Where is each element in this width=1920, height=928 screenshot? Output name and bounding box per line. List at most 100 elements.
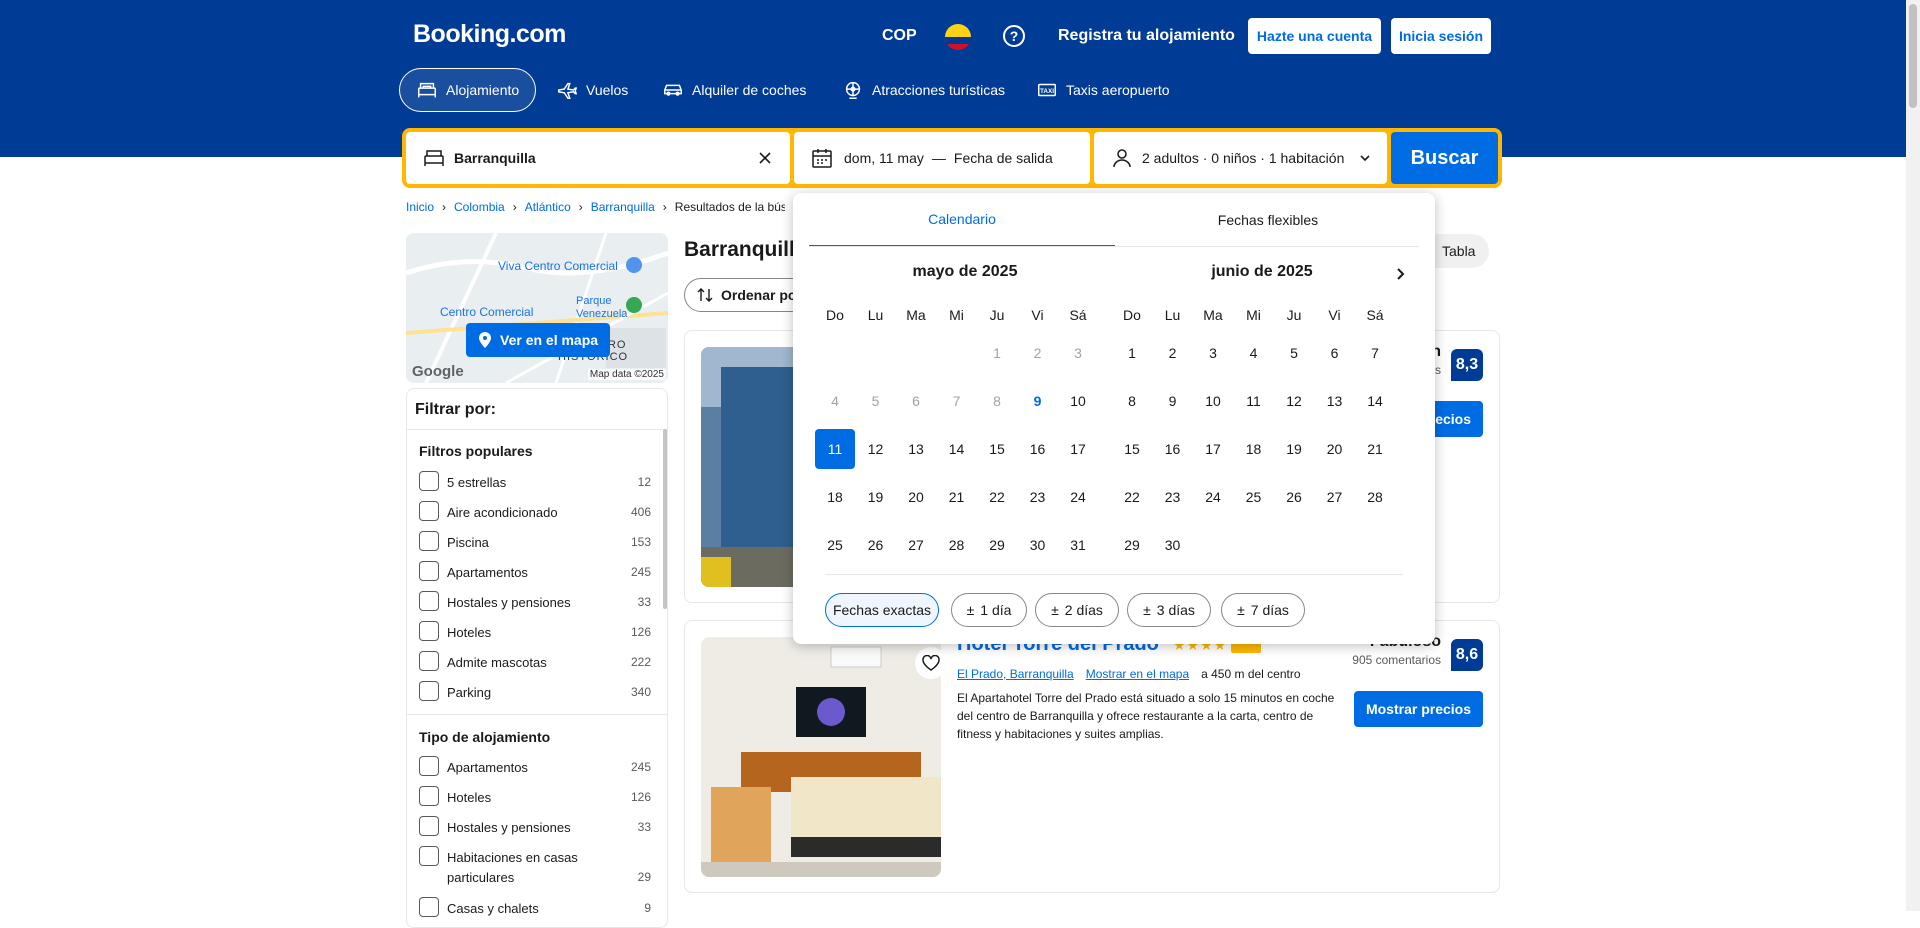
calendar-day[interactable]: 12 bbox=[1274, 381, 1314, 421]
nav-stays[interactable]: Alojamiento bbox=[399, 68, 537, 112]
calendar-day[interactable]: 26 bbox=[856, 525, 896, 565]
list-property-link[interactable]: Registra tu alojamiento bbox=[1058, 18, 1235, 54]
calendar-day[interactable]: 21 bbox=[1355, 429, 1395, 469]
calendar-day[interactable]: 18 bbox=[815, 477, 855, 517]
chip-plus-minus-7[interactable]: ±7 días bbox=[1221, 593, 1305, 627]
map-preview[interactable]: Viva Centro Comercial Centro Comercial P… bbox=[406, 233, 668, 383]
calendar-day[interactable]: 14 bbox=[937, 429, 977, 469]
tab-flexible-dates[interactable]: Fechas flexibles bbox=[1115, 193, 1421, 247]
calendar-day[interactable]: 19 bbox=[856, 477, 896, 517]
help-icon[interactable]: ? bbox=[1003, 25, 1025, 47]
filter-item[interactable]: 5 estrellas 12 bbox=[419, 471, 651, 495]
calendar-day[interactable]: 19 bbox=[1274, 429, 1314, 469]
checkbox[interactable] bbox=[419, 756, 439, 776]
tab-calendar[interactable]: Calendario bbox=[809, 193, 1115, 247]
currency-button[interactable]: COP bbox=[882, 18, 917, 54]
calendar-day[interactable]: 17 bbox=[1193, 429, 1233, 469]
property-photo[interactable] bbox=[701, 637, 941, 877]
filter-item[interactable]: Apartamentos 245 bbox=[419, 756, 651, 780]
calendar-day[interactable]: 9 bbox=[1153, 381, 1193, 421]
calendar-day[interactable]: 11 bbox=[815, 429, 855, 469]
calendar-day[interactable]: 27 bbox=[1315, 477, 1355, 517]
calendar-day[interactable]: 12 bbox=[856, 429, 896, 469]
calendar-day[interactable]: 15 bbox=[1112, 429, 1152, 469]
nav-airport-taxis[interactable]: TAXI Taxis aeropuerto bbox=[1020, 68, 1186, 112]
filter-item[interactable]: Hoteles 126 bbox=[419, 786, 651, 810]
calendar-day[interactable]: 1 bbox=[1112, 333, 1152, 373]
checkbox[interactable] bbox=[419, 786, 439, 806]
calendar-day[interactable]: 21 bbox=[937, 477, 977, 517]
property-card[interactable]: Hotel Torre del Prado ★★★★ El Prado, Bar… bbox=[684, 620, 1500, 893]
checkbox[interactable] bbox=[419, 591, 439, 611]
checkbox[interactable] bbox=[419, 531, 439, 551]
calendar-day[interactable]: 20 bbox=[896, 477, 936, 517]
destination-field[interactable]: Barranquilla bbox=[406, 132, 790, 184]
calendar-day[interactable]: 4 bbox=[1234, 333, 1274, 373]
filter-item[interactable]: Aire acondicionado 406 bbox=[419, 501, 651, 525]
calendar-day[interactable]: 7 bbox=[1355, 333, 1395, 373]
calendar-day[interactable]: 27 bbox=[896, 525, 936, 565]
calendar-day[interactable]: 10 bbox=[1193, 381, 1233, 421]
calendar-day[interactable]: 25 bbox=[815, 525, 855, 565]
calendar-day[interactable]: 9 bbox=[1018, 381, 1058, 421]
chip-exact-dates[interactable]: Fechas exactas bbox=[825, 593, 939, 627]
page-scrollbar[interactable] bbox=[1906, 0, 1920, 911]
chip-plus-minus-3[interactable]: ±3 días bbox=[1127, 593, 1211, 627]
calendar-day[interactable]: 23 bbox=[1018, 477, 1058, 517]
show-prices-button[interactable]: Mostrar precios bbox=[1353, 691, 1483, 727]
checkbox[interactable] bbox=[419, 621, 439, 641]
filter-item[interactable]: Hoteles 126 bbox=[419, 621, 651, 645]
filters-scrollbar[interactable] bbox=[663, 429, 667, 609]
filter-item[interactable]: Habitaciones en casas particulares 29 bbox=[419, 846, 651, 888]
calendar-day[interactable]: 28 bbox=[937, 525, 977, 565]
calendar-day[interactable]: 10 bbox=[1058, 381, 1098, 421]
calendar-day[interactable]: 29 bbox=[977, 525, 1017, 565]
favorite-heart-icon[interactable] bbox=[915, 647, 941, 679]
calendar-day[interactable]: 31 bbox=[1058, 525, 1098, 565]
register-button[interactable]: Hazte una cuenta bbox=[1248, 18, 1381, 54]
filter-item[interactable]: Hostales y pensiones 33 bbox=[419, 816, 651, 840]
sort-button[interactable]: Ordenar po bbox=[684, 278, 810, 312]
next-month-button[interactable] bbox=[1385, 259, 1415, 289]
show-on-map-link[interactable]: Mostrar en el mapa bbox=[1086, 667, 1189, 681]
calendar-day[interactable]: 30 bbox=[1018, 525, 1058, 565]
calendar-day[interactable]: 25 bbox=[1234, 477, 1274, 517]
calendar-day[interactable]: 30 bbox=[1153, 525, 1193, 565]
filter-item[interactable]: Apartamentos 245 bbox=[419, 561, 651, 585]
calendar-day[interactable]: 22 bbox=[977, 477, 1017, 517]
checkbox[interactable] bbox=[419, 501, 439, 521]
calendar-day[interactable]: 11 bbox=[1234, 381, 1274, 421]
booking-logo[interactable]: Booking.com bbox=[413, 20, 566, 49]
calendar-day[interactable]: 23 bbox=[1153, 477, 1193, 517]
calendar-day[interactable]: 17 bbox=[1058, 429, 1098, 469]
calendar-day[interactable]: 5 bbox=[1274, 333, 1314, 373]
chip-plus-minus-2[interactable]: ±2 días bbox=[1035, 593, 1119, 627]
calendar-day[interactable]: 13 bbox=[896, 429, 936, 469]
calendar-day[interactable]: 6 bbox=[1315, 333, 1355, 373]
signin-button[interactable]: Inicia sesión bbox=[1391, 18, 1491, 54]
calendar-day[interactable]: 20 bbox=[1315, 429, 1355, 469]
calendar-day[interactable]: 26 bbox=[1274, 477, 1314, 517]
breadcrumb-home[interactable]: Inicio bbox=[406, 200, 434, 214]
checkbox[interactable] bbox=[419, 681, 439, 701]
calendar-day[interactable]: 15 bbox=[977, 429, 1017, 469]
checkbox[interactable] bbox=[419, 471, 439, 491]
dates-field[interactable]: dom, 11 may — Fecha de salida bbox=[794, 132, 1090, 184]
calendar-day[interactable]: 3 bbox=[1193, 333, 1233, 373]
calendar-day[interactable]: 24 bbox=[1058, 477, 1098, 517]
calendar-day[interactable]: 8 bbox=[1112, 381, 1152, 421]
clear-icon[interactable] bbox=[758, 151, 772, 165]
checkbox[interactable] bbox=[419, 816, 439, 836]
chip-plus-minus-1[interactable]: ±1 día bbox=[951, 593, 1027, 627]
checkbox[interactable] bbox=[419, 651, 439, 671]
filter-item[interactable]: Piscina 153 bbox=[419, 531, 651, 555]
calendar-day[interactable]: 22 bbox=[1112, 477, 1152, 517]
nav-attractions[interactable]: Atracciones turísticas bbox=[826, 68, 1021, 112]
checkbox[interactable] bbox=[419, 561, 439, 581]
nav-flights[interactable]: Vuelos bbox=[540, 68, 644, 112]
breadcrumb-region[interactable]: Atlántico bbox=[525, 200, 571, 214]
breadcrumb-city[interactable]: Barranquilla bbox=[591, 200, 655, 214]
calendar-day[interactable]: 29 bbox=[1112, 525, 1152, 565]
calendar-day[interactable]: 18 bbox=[1234, 429, 1274, 469]
language-flag-icon[interactable] bbox=[945, 24, 971, 50]
